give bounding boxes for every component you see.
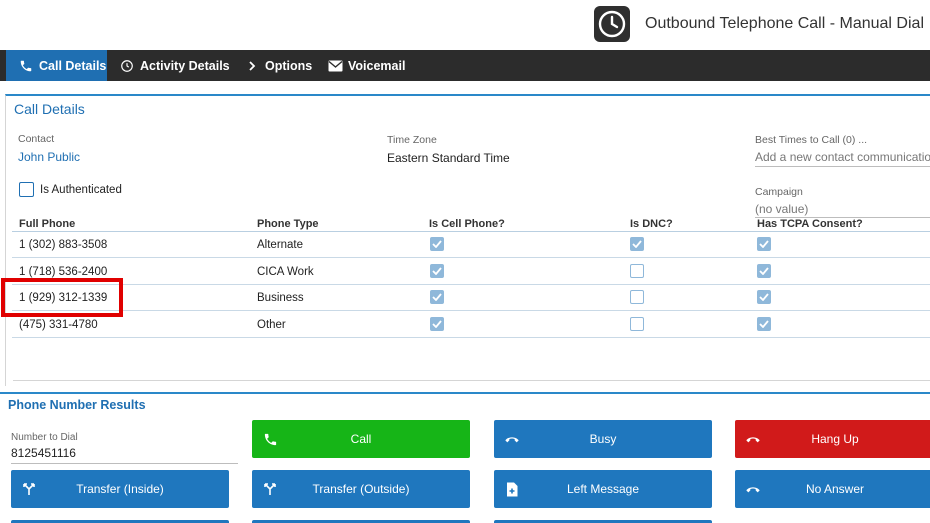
dnc-checkbox	[630, 290, 644, 304]
hangup-phone-icon	[745, 481, 761, 497]
tcpa-checkbox	[757, 237, 771, 251]
contact-label: Contact	[18, 133, 55, 145]
number-to-dial-input[interactable]: 8125451116	[11, 446, 76, 460]
phone-type: Business	[257, 292, 304, 304]
tab-options[interactable]: Options	[244, 50, 312, 81]
contact-link[interactable]: John Public	[18, 150, 80, 164]
call-button[interactable]: Call	[252, 420, 470, 458]
timezone-value: Eastern Standard Time	[387, 151, 510, 165]
transfer-icon	[21, 481, 37, 497]
campaign-value[interactable]: (no value)	[755, 202, 808, 216]
cell-phone-checkbox	[430, 237, 444, 251]
number-to-dial-underline	[11, 463, 238, 464]
best-times-label[interactable]: Best Times to Call (0) ...	[755, 134, 867, 146]
number-to-dial-label: Number to Dial	[11, 432, 78, 443]
column-header-dnc: Is DNC?	[630, 218, 673, 230]
button-label: Hang Up	[811, 432, 859, 446]
phone-number: 1 (718) 536-2400	[19, 266, 108, 278]
dnc-checkbox	[630, 237, 644, 251]
panel-bottom-border	[13, 380, 930, 381]
tab-call-details[interactable]: Call Details	[6, 50, 107, 81]
button-label: Transfer (Inside)	[76, 482, 164, 496]
button-label: Transfer (Outside)	[312, 482, 410, 496]
campaign-label: Campaign	[755, 186, 803, 198]
table-row[interactable]: (475) 331-4780 Other	[12, 312, 930, 338]
phone-number-results-panel: Phone Number Results Number to Dial 8125…	[0, 392, 930, 523]
timezone-label: Time Zone	[387, 134, 437, 146]
hangup-phone-icon	[745, 431, 761, 447]
best-times-underline	[755, 166, 930, 167]
section-title: Phone Number Results	[8, 398, 146, 412]
app-header: Outbound Telephone Call - Manual Dial	[0, 0, 930, 50]
cell-phone-checkbox	[430, 317, 444, 331]
left-message-button[interactable]: Left Message	[494, 470, 712, 508]
transfer-outside-button[interactable]: Transfer (Outside)	[252, 470, 470, 508]
transfer-inside-button[interactable]: Transfer (Inside)	[11, 470, 229, 508]
button-label: Call	[350, 432, 372, 446]
button-label: Left Message	[566, 482, 640, 496]
clock-icon	[594, 6, 630, 42]
column-header-phone-type: Phone Type	[257, 218, 319, 230]
chevron-right-icon	[244, 58, 260, 74]
phone-type: Other	[257, 319, 286, 331]
hangup-phone-icon	[504, 431, 520, 447]
tcpa-checkbox	[757, 290, 771, 304]
column-header-tcpa: Has TCPA Consent?	[757, 218, 863, 230]
envelope-icon	[327, 58, 343, 74]
phone-icon	[18, 58, 34, 74]
clock-icon	[119, 58, 135, 74]
cell-phone-checkbox	[430, 264, 444, 278]
busy-button[interactable]: Busy	[494, 420, 712, 458]
hang-up-button[interactable]: Hang Up	[735, 420, 930, 458]
file-plus-icon	[504, 481, 520, 497]
no-answer-button[interactable]: No Answer	[735, 470, 930, 508]
cell-phone-checkbox	[430, 290, 444, 304]
tcpa-checkbox	[757, 317, 771, 331]
button-label: No Answer	[805, 482, 865, 496]
tcpa-checkbox	[757, 264, 771, 278]
button-label: Busy	[589, 432, 617, 446]
tab-label: Voicemail	[348, 58, 406, 73]
dnc-checkbox	[630, 317, 644, 331]
phone-icon	[262, 431, 278, 447]
dnc-checkbox	[630, 264, 644, 278]
authenticated-label: Is Authenticated	[40, 184, 122, 196]
section-title: Call Details	[14, 101, 85, 117]
column-header-full-phone: Full Phone	[19, 218, 76, 230]
tab-bar: Call Details Activity Details Options Vo…	[0, 50, 930, 81]
phone-type: Alternate	[257, 239, 304, 251]
tab-activity-details[interactable]: Activity Details	[119, 50, 230, 81]
phone-number: 1 (302) 883-3508	[19, 239, 108, 251]
tab-voicemail[interactable]: Voicemail	[327, 50, 405, 81]
phone-type: CICA Work	[257, 266, 314, 278]
tab-label: Activity Details	[140, 58, 230, 73]
add-contact-communication-link[interactable]: Add a new contact communication	[755, 150, 930, 164]
table-row[interactable]: 1 (302) 883-3508 Alternate	[12, 232, 930, 258]
tab-label: Call Details	[39, 58, 107, 73]
authenticated-checkbox[interactable]	[19, 182, 34, 197]
phone-number: (475) 331-4780	[19, 319, 98, 331]
table-row[interactable]: 1 (718) 536-2400 CICA Work	[12, 259, 930, 285]
transfer-icon	[262, 481, 278, 497]
table-row[interactable]: 1 (929) 312-1339 Business	[12, 285, 930, 311]
highlight-box	[1, 278, 123, 317]
column-header-cell-phone: Is Cell Phone?	[429, 218, 505, 230]
page-title: Outbound Telephone Call - Manual Dial	[645, 15, 924, 32]
tab-label: Options	[265, 58, 313, 73]
